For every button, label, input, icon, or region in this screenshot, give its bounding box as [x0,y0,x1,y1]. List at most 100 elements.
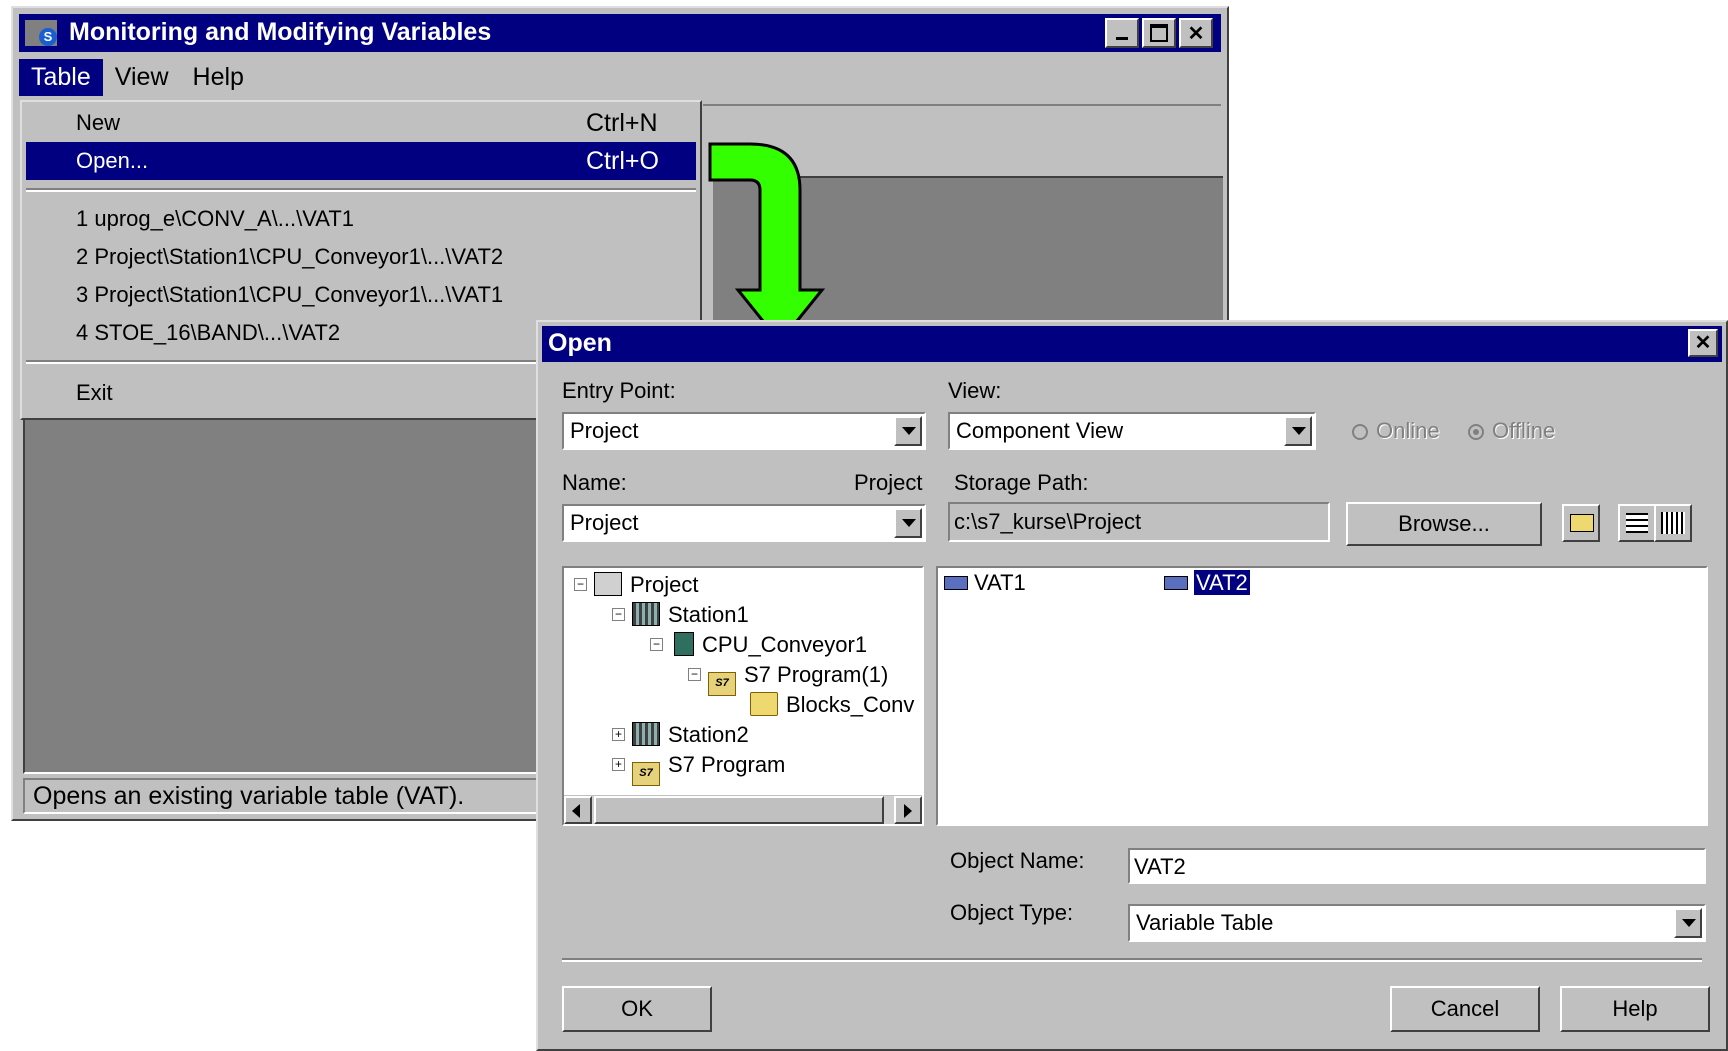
storage-path-field: c:\s7_kurse\Project [948,502,1330,542]
menu-bar: Table View Help [19,58,1221,96]
ok-button[interactable]: OK [562,986,712,1032]
project-icon [594,572,622,596]
object-type-value: Variable Table [1136,910,1274,935]
radio-icon [1468,424,1484,440]
list-view-button[interactable] [1618,504,1656,542]
dialog-divider [562,958,1702,962]
scroll-right-button[interactable] [894,796,922,824]
up-one-level-button[interactable] [1562,504,1600,542]
close-button[interactable]: ✕ [1179,18,1213,48]
variable-table-icon [1164,576,1188,590]
recent-file-label: 3 Project\Station1\CPU_Conveyor1\...\VAT… [76,282,504,307]
name-type-label: Project [854,470,923,495]
cpu-icon [674,632,694,656]
minimize-button[interactable] [1105,18,1139,48]
browse-button-label: Browse... [1398,511,1490,536]
recent-file-label: 2 Project\Station1\CPU_Conveyor1\...\VAT… [76,244,504,269]
object-name-value: VAT2 [1134,854,1186,879]
toolbar-divider [703,104,1221,114]
offline-radio[interactable]: Offline [1468,418,1555,444]
scroll-thumb[interactable] [594,796,884,824]
menu-table[interactable]: Table [19,58,103,96]
project-tree[interactable]: − Project − Station1 − CPU_Conveyor1 − S… [562,566,924,826]
menu-help[interactable]: Help [181,59,256,96]
ok-button-label: OK [621,996,653,1021]
collapse-icon[interactable]: − [574,578,587,591]
variable-table-icon [944,576,968,590]
menu-item-new-label: New [76,110,121,135]
dialog-title: Open [548,329,612,357]
cancel-button[interactable]: Cancel [1390,986,1540,1032]
storage-path-label: Storage Path: [954,470,1089,495]
app-icon [25,20,57,46]
dialog-close-button[interactable]: ✕ [1688,329,1718,357]
maximize-icon [1150,24,1168,42]
object-name-label: Object Name: [950,848,1085,873]
name-label: Name: [562,470,627,495]
menu-item-open[interactable]: Open... Ctrl+O [26,142,696,180]
chevron-down-icon[interactable] [1284,416,1312,446]
chevron-down-icon[interactable] [1674,908,1702,938]
tree-node-blocks[interactable]: Blocks_Conv [750,690,914,720]
main-window-title: Monitoring and Modifying Variables [69,18,492,46]
menu-item-recent-3[interactable]: 3 Project\Station1\CPU_Conveyor1\...\VAT… [26,276,696,314]
tree-node-s7-program1[interactable]: S7 S7 Program(1) [708,660,888,696]
tree-node-station1[interactable]: Station1 [632,600,749,630]
object-name-input[interactable]: VAT2 [1128,848,1706,884]
tree-node-project[interactable]: Project [594,570,698,600]
folder-up-icon [1570,514,1594,532]
expand-icon[interactable]: + [612,758,625,771]
view-value: Component View [956,418,1124,443]
tree-node-label: Station2 [668,722,749,747]
menu-view[interactable]: View [103,59,181,96]
tree-node-label: Project [630,572,699,597]
browse-button[interactable]: Browse... [1346,502,1542,546]
tree-horizontal-scrollbar[interactable] [564,795,922,824]
entry-point-label: Entry Point: [562,378,676,403]
object-type-select[interactable]: Variable Table [1128,904,1706,942]
collapse-icon[interactable]: − [650,638,663,651]
tree-node-s7-program[interactable]: S7 S7 Program [632,750,786,786]
object-list[interactable]: VAT1 VAT2 [936,566,1708,826]
collapse-icon[interactable]: − [688,668,701,681]
chevron-down-icon[interactable] [894,416,922,446]
details-icon [1661,512,1685,534]
open-dialog-title-bar[interactable]: Open ✕ [542,326,1722,362]
menu-item-new[interactable]: New Ctrl+N [26,104,696,142]
tree-node-cpu[interactable]: CPU_Conveyor1 [670,630,867,660]
s7-program-icon: S7 [632,762,660,786]
green-arrow-icon [708,142,826,345]
name-select[interactable]: Project [562,504,926,542]
station-icon [632,722,660,746]
entry-point-value: Project [570,418,639,443]
tree-node-station2[interactable]: Station2 [632,720,749,750]
list-item-label: VAT2 [1193,569,1251,596]
online-label: Online [1376,418,1440,443]
tree-node-label: S7 Program [668,752,786,777]
view-label: View: [948,378,1002,403]
arrow-right-icon [904,804,912,818]
list-item-vat2[interactable]: VAT2 [1164,569,1251,596]
details-view-button[interactable] [1654,504,1692,542]
cancel-button-label: Cancel [1430,996,1500,1021]
list-icon [1626,513,1648,533]
chevron-down-icon[interactable] [894,508,922,538]
menu-item-recent-2[interactable]: 2 Project\Station1\CPU_Conveyor1\...\VAT… [26,238,696,276]
s7-program-icon: S7 [708,672,736,696]
online-radio[interactable]: Online [1352,418,1440,444]
menu-item-new-shortcut: Ctrl+N [586,109,658,137]
expand-icon[interactable]: + [612,728,625,741]
view-select[interactable]: Component View [948,412,1316,450]
scroll-left-button[interactable] [564,796,592,824]
main-title-bar[interactable]: Monitoring and Modifying Variables ✕ [19,14,1221,52]
name-value: Project [570,510,639,535]
menu-item-recent-1[interactable]: 1 uprog_e\CONV_A\...\VAT1 [26,200,696,238]
collapse-icon[interactable]: − [612,608,625,621]
station-icon [632,602,660,626]
entry-point-select[interactable]: Project [562,412,926,450]
close-icon: ✕ [1694,332,1712,354]
maximize-button[interactable] [1142,18,1176,48]
offline-label: Offline [1492,418,1556,443]
list-item-vat1[interactable]: VAT1 [944,570,1026,596]
help-button[interactable]: Help [1560,986,1710,1032]
